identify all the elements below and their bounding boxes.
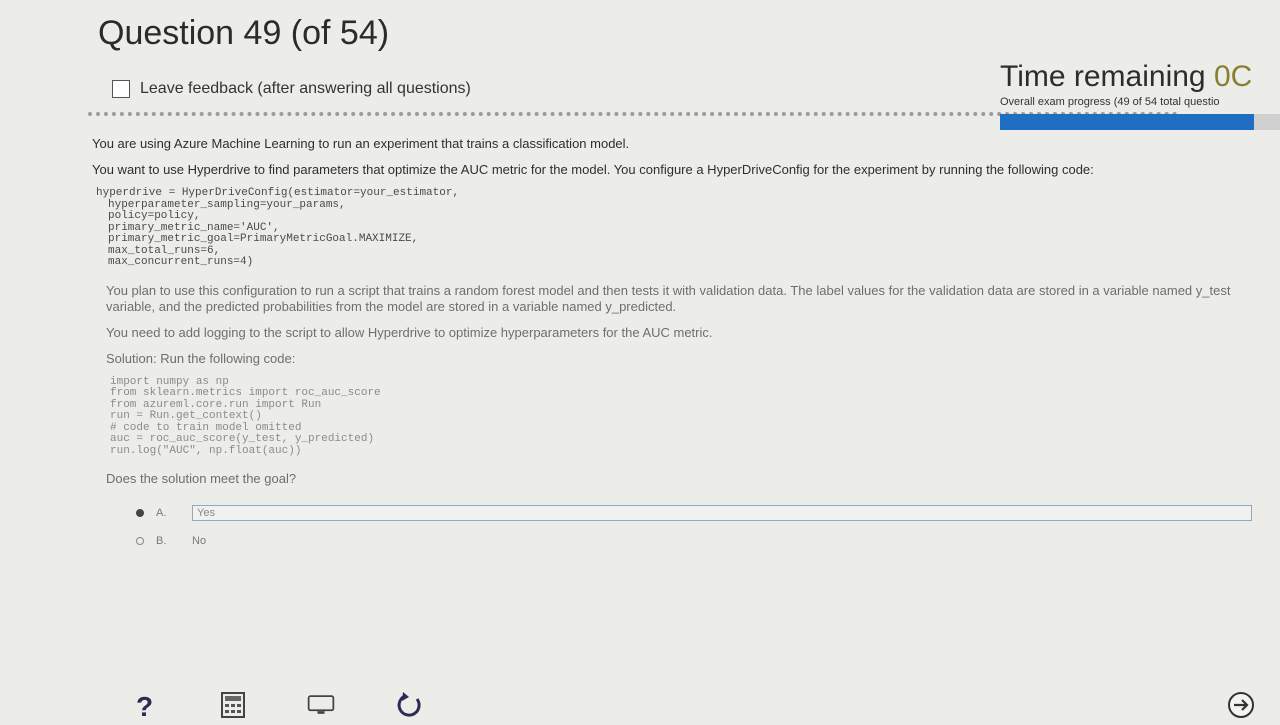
bottom-toolbar: ? (130, 690, 424, 720)
feedback-label: Leave feedback (after answering all ques… (140, 80, 471, 97)
question-paragraph: You need to add logging to the script to… (106, 324, 713, 340)
time-remaining-label: Time remaining (1000, 60, 1206, 93)
question-prompt: Does the solution meet the goal? (106, 471, 297, 486)
solution-section: You plan to use this configuration to ru… (106, 282, 1272, 547)
code-line: policy=policy, (108, 210, 201, 222)
code-line: auc = roc_auc_score(y_test, y_predicted) (110, 433, 375, 445)
refresh-icon[interactable] (394, 690, 424, 720)
option-text[interactable]: Yes (192, 505, 1252, 521)
solution-label: Solution: Run the following code: (106, 350, 296, 366)
monitor-icon[interactable] (306, 690, 336, 720)
code-block: hyperdrive = HyperDriveConfig(estimator=… (96, 187, 1272, 269)
code-line: max_concurrent_runs=4) (108, 256, 254, 268)
timer-panel: Time remaining 0C Overall exam progress … (1000, 60, 1280, 130)
progress-label: Overall exam progress (49 of 54 total qu… (1000, 96, 1220, 108)
option-b-radio[interactable] (136, 537, 144, 545)
solution-code-block: import numpy as np from sklearn.metrics … (110, 376, 1272, 458)
question-body: You are using Azure Machine Learning to … (92, 136, 1272, 561)
option-letter: B. (156, 535, 167, 547)
code-line: from sklearn.metrics import roc_auc_scor… (110, 387, 381, 399)
code-line: run.log("AUC", np.float(auc)) (110, 444, 302, 457)
question-mark-icon[interactable]: ? (130, 690, 160, 720)
answer-options: A. Yes B. No (106, 505, 1272, 547)
question-paragraph: You want to use Hyperdrive to find param… (92, 162, 1094, 177)
question-paragraph: You are using Azure Machine Learning to … (92, 136, 630, 151)
code-line: primary_metric_goal=PrimaryMetricGoal.MA… (108, 233, 419, 245)
option-letter: A. (156, 507, 167, 519)
code-line: hyperparameter_sampling=your_params, (108, 198, 346, 211)
code-line: run = Run.get_context() (110, 410, 262, 422)
code-line: max_total_runs=6, (108, 244, 221, 257)
progress-fill (1000, 114, 1254, 130)
time-remaining-value: 0C (1213, 60, 1253, 93)
time-remaining: Time remaining 0C (1000, 60, 1280, 94)
question-title: Question 49 (of 54) (98, 14, 390, 52)
calculator-icon[interactable] (218, 690, 248, 720)
question-paragraph: You plan to use this configuration to ru… (106, 282, 1231, 314)
code-line: from azureml.core.run import Run (110, 398, 322, 411)
feedback-checkbox[interactable] (112, 80, 130, 98)
option-b[interactable]: B. No (136, 535, 1272, 547)
next-arrow-icon[interactable] (1226, 690, 1256, 720)
feedback-option[interactable]: Leave feedback (after answering all ques… (112, 80, 471, 98)
svg-text:?: ? (136, 691, 153, 720)
code-line: hyperdrive = HyperDriveConfig(estimator=… (96, 187, 460, 199)
option-a-radio[interactable] (136, 509, 144, 517)
option-a[interactable]: A. Yes (136, 505, 1272, 521)
option-text[interactable]: No (192, 535, 206, 547)
progress-bar (1000, 114, 1280, 130)
